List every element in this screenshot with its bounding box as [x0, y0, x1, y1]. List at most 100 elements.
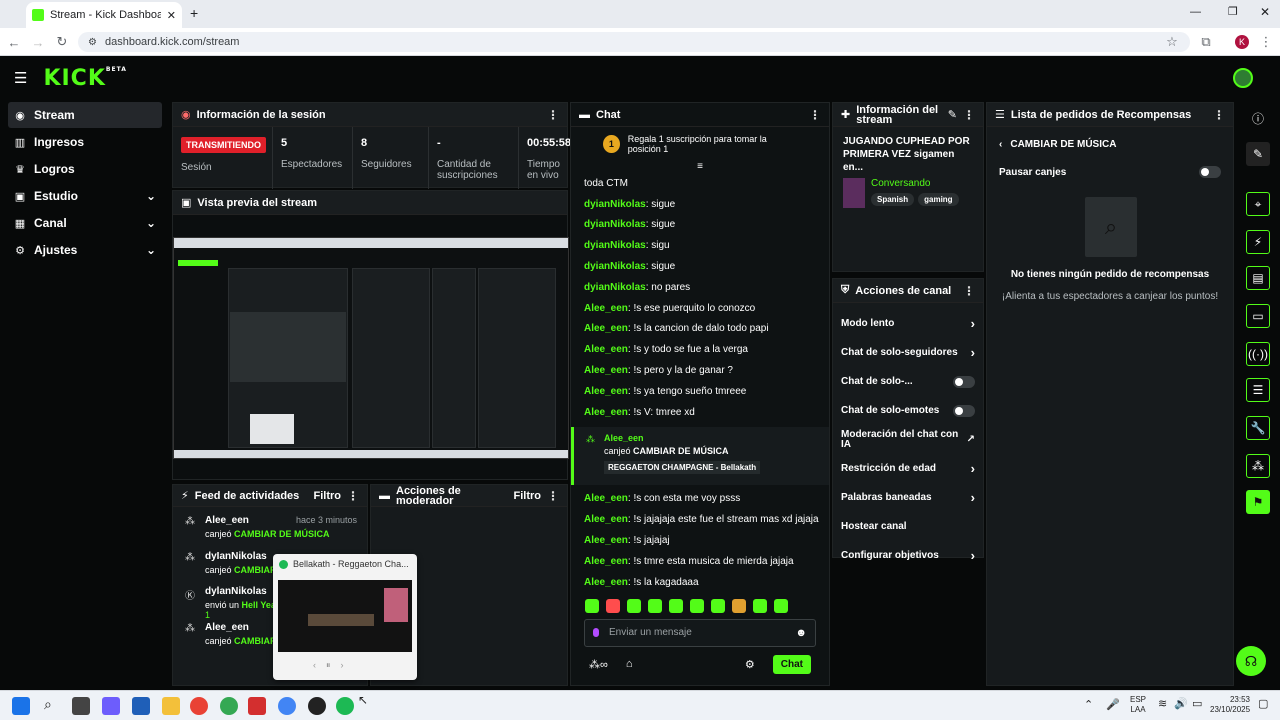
channel-action-item[interactable]: Hostear canal — [833, 512, 983, 541]
emote-icon[interactable] — [585, 598, 599, 613]
emote-icon[interactable] — [711, 598, 725, 613]
chrome-icon[interactable] — [190, 697, 208, 715]
spotify-hover-preview[interactable]: Bellakath - Reggaeton Cha... ‹⏸› — [273, 554, 417, 680]
chat-username[interactable]: Alee_een — [584, 514, 628, 525]
bolt-icon[interactable]: ⚡ — [1246, 230, 1270, 254]
folder-icon[interactable] — [162, 697, 180, 715]
search-icon[interactable]: ⌕ — [44, 696, 52, 713]
points-icon[interactable]: ⁂ — [1246, 454, 1270, 478]
url-bar[interactable]: ⚙ dashboard.kick.com/stream — [78, 32, 1190, 52]
chat-username[interactable]: dyianNikolas — [584, 199, 646, 210]
chat-username[interactable]: Alee_een — [584, 535, 628, 546]
category-name[interactable]: Conversando — [871, 178, 959, 189]
chat-username[interactable]: Alee_een — [584, 344, 628, 355]
support-headset-icon[interactable]: ☊ — [1236, 646, 1266, 676]
bookmark-star-icon[interactable]: ☆ — [1162, 32, 1182, 52]
toggle-switch[interactable] — [953, 404, 975, 417]
channel-action-item[interactable]: Chat de solo-... — [833, 367, 983, 396]
edit-icon[interactable]: ✎ — [948, 108, 957, 121]
more-icon[interactable]: ⋮ — [547, 489, 559, 503]
more-icon[interactable]: ⋮ — [809, 108, 821, 122]
more-icon[interactable]: ⋮ — [547, 108, 559, 122]
browser-tab[interactable]: Stream - Kick Dashboard ✕ — [26, 2, 182, 28]
chat-username[interactable]: dyianNikolas — [584, 240, 646, 251]
emoji-icon[interactable]: ☻ — [795, 627, 807, 639]
flag-icon[interactable]: ⚑ — [1246, 490, 1270, 514]
chat-username[interactable]: Alee_een — [584, 323, 628, 334]
stream-tag[interactable]: gaming — [918, 193, 959, 206]
emote-icon[interactable] — [753, 598, 767, 613]
more-icon[interactable]: ⋮ — [963, 108, 975, 122]
wifi-icon[interactable]: ≋ — [1158, 697, 1167, 710]
forward-icon[interactable]: → — [28, 32, 48, 52]
mic-tray-icon[interactable]: 🎤 — [1106, 698, 1120, 711]
broadcast-icon[interactable]: ((·)) — [1246, 342, 1270, 366]
chat-username[interactable]: Alee_een — [584, 303, 628, 314]
emote-icon[interactable] — [606, 598, 620, 613]
points-icon[interactable]: ⁂∞ — [589, 658, 608, 671]
chat-username[interactable]: Alee_een — [584, 365, 628, 376]
edit-icon[interactable]: ✎ — [1246, 142, 1270, 166]
back-to-reward[interactable]: ‹ CAMBIAR DE MÚSICA — [987, 127, 1233, 150]
windows-start-icon[interactable] — [12, 697, 30, 715]
task-view-icon[interactable] — [72, 697, 90, 715]
battery-icon[interactable]: ▭ — [1192, 697, 1202, 710]
pause-redeems-toggle[interactable] — [1199, 166, 1221, 178]
chat-username[interactable]: dyianNikolas — [584, 261, 646, 272]
obs-icon[interactable] — [308, 697, 326, 715]
language-indicator[interactable]: ESP LAA — [1130, 695, 1146, 715]
kick-logo[interactable]: KICKBETA — [43, 66, 126, 91]
profile-avatar[interactable]: K — [1232, 32, 1252, 52]
back-icon[interactable]: ← — [4, 32, 24, 52]
chat-username[interactable]: Alee_een — [584, 493, 628, 504]
chrome-kick-icon[interactable] — [278, 697, 296, 715]
stream-preview-video[interactable] — [173, 237, 569, 459]
browser-menu-icon[interactable]: ⋮ — [1256, 32, 1276, 52]
reload-icon[interactable]: ↻ — [52, 32, 72, 52]
mic-icon[interactable] — [593, 628, 599, 638]
emote-icon[interactable] — [774, 598, 788, 613]
sidebar-item-canal[interactable]: ▦ Canal ⌄ — [8, 210, 162, 236]
info-icon[interactable]: ⓘ — [1246, 106, 1270, 130]
site-info-icon[interactable]: ⚙ — [88, 37, 97, 48]
emote-icon[interactable] — [732, 598, 746, 613]
sidebar-item-stream[interactable]: ◉ Stream — [8, 102, 162, 128]
minimize-icon[interactable]: — — [1190, 6, 1201, 18]
filter-button[interactable]: Filtro — [514, 490, 542, 502]
tray-chevron-icon[interactable]: ⌃ — [1084, 698, 1093, 711]
channel-action-item[interactable]: Chat de solo-seguidores › — [833, 338, 983, 367]
channel-action-item[interactable]: Palabras baneadas › — [833, 483, 983, 512]
chat-username[interactable]: Alee_een — [584, 407, 628, 418]
chat-input[interactable]: Enviar un mensaje ☻ — [584, 618, 816, 647]
app-w-icon[interactable] — [248, 697, 266, 715]
close-window-icon[interactable]: ✕ — [1260, 5, 1270, 19]
sidebar-item-ajustes[interactable]: ⚙ Ajustes ⌄ — [8, 237, 162, 263]
channel-action-item[interactable]: Modo lento › — [833, 309, 983, 338]
target-icon[interactable]: ⌖ — [1246, 192, 1270, 216]
emote-icon[interactable] — [690, 598, 704, 613]
maximize-icon[interactable]: ❐ — [1228, 5, 1238, 18]
chat-username[interactable]: Alee_een — [584, 386, 628, 397]
new-tab-icon[interactable]: + — [190, 5, 198, 21]
wrench-icon[interactable]: 🔧 — [1246, 416, 1270, 440]
emote-icon[interactable] — [648, 598, 662, 613]
emote-icon[interactable] — [669, 598, 683, 613]
send-chat-button[interactable]: Chat — [772, 654, 811, 674]
chat-username[interactable]: Alee_een — [584, 577, 628, 588]
more-icon[interactable]: ⋮ — [347, 489, 359, 503]
chat-bubble-icon[interactable]: ▭ — [1246, 304, 1270, 328]
chat-username[interactable]: dyianNikolas — [584, 282, 646, 293]
notifications-icon[interactable]: ▢ — [1258, 697, 1268, 710]
copilot-icon[interactable] — [102, 697, 120, 715]
scroll-down-icon[interactable]: ≡ — [571, 161, 829, 173]
list-icon[interactable]: ☰ — [1246, 378, 1270, 402]
extensions-icon[interactable]: ⧉ — [1196, 32, 1216, 52]
volume-icon[interactable]: 🔊 — [1174, 697, 1188, 710]
filter-button[interactable]: Filtro — [314, 490, 342, 502]
sidebar-item-estudio[interactable]: ▣ Estudio ⌄ — [8, 183, 162, 209]
sidebar-item-logros[interactable]: ♛ Logros — [8, 156, 162, 182]
chat-username[interactable]: Alee_een — [584, 556, 628, 567]
chat-username[interactable]: dyianNikolas — [584, 219, 646, 230]
close-tab-icon[interactable]: ✕ — [167, 9, 176, 22]
stream-tag[interactable]: Spanish — [871, 193, 915, 206]
